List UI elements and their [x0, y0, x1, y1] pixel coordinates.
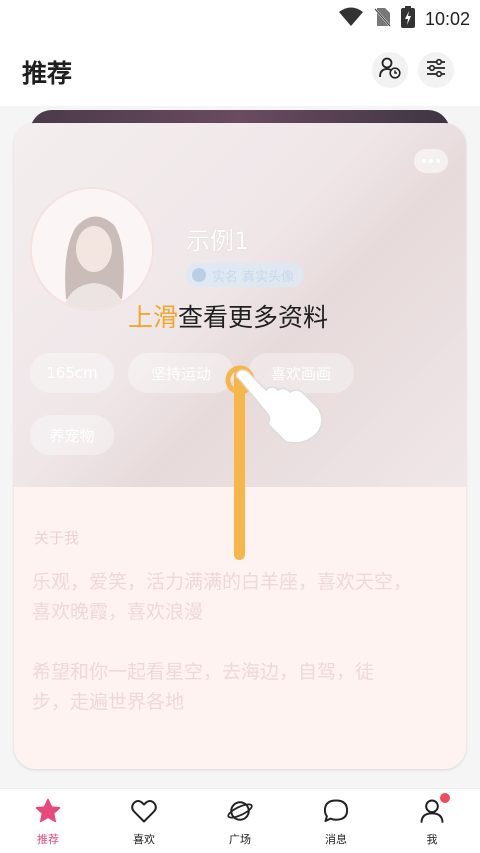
page-title: 推荐	[22, 59, 73, 88]
tab-recommend[interactable]: 推荐	[0, 789, 96, 853]
swipe-up-hint: 上滑查看更多资料	[128, 298, 328, 334]
battery-charging-icon	[400, 6, 415, 32]
verified-check-icon	[192, 268, 206, 282]
sliders-icon	[425, 58, 447, 82]
notification-badge	[440, 793, 450, 803]
star-icon	[34, 797, 62, 829]
pointing-hand-icon	[224, 362, 328, 450]
wifi-icon	[338, 7, 363, 31]
swipe-up-highlight: 上滑	[128, 303, 179, 332]
tag-chip: 165cm	[30, 353, 114, 393]
tab-likes[interactable]: 喜欢	[96, 789, 192, 853]
heart-icon	[130, 797, 158, 829]
visitor-button[interactable]	[372, 52, 408, 88]
tag-chip: 坚持运动	[128, 353, 234, 393]
more-options-button[interactable]	[414, 149, 448, 173]
swipe-up-rest: 查看更多资料	[178, 303, 329, 332]
profile-name: 示例1	[186, 227, 250, 255]
bottom-tab-bar: 推荐 喜欢 广场 消息 我	[0, 788, 480, 853]
tab-plaza[interactable]: 广场	[192, 789, 288, 853]
dot-icon	[436, 159, 440, 163]
tab-label: 推荐	[37, 833, 59, 846]
tab-label: 喜欢	[133, 833, 155, 846]
chat-bubble-icon	[322, 797, 350, 829]
wish-line: 步，走遍世界各地	[32, 691, 185, 713]
verification-label: 实名 真实头像	[212, 269, 295, 285]
planet-icon	[226, 797, 254, 829]
clock-text: 10:02	[424, 8, 470, 29]
tab-label: 广场	[229, 833, 251, 846]
avatar-portrait	[32, 189, 152, 309]
tag-chip: 养宠物	[30, 415, 114, 455]
tab-label: 消息	[325, 833, 347, 846]
about-label: 关于我	[34, 529, 80, 547]
profile-avatar[interactable]	[30, 187, 154, 311]
tab-messages[interactable]: 消息	[288, 789, 384, 853]
dot-icon	[429, 159, 433, 163]
about-line: 乐观，爱笑，活力满满的白羊座，喜欢天空，	[32, 571, 413, 593]
tab-me[interactable]: 我	[384, 789, 480, 853]
no-sim-icon	[373, 7, 391, 31]
user-clock-icon	[379, 57, 401, 83]
tab-label: 我	[426, 833, 438, 846]
wish-line: 希望和你一起看星空，去海边，自驾，徒	[32, 661, 375, 683]
filter-button[interactable]	[418, 52, 454, 88]
top-header: 推荐	[0, 34, 480, 106]
status-bar: 10:02	[0, 0, 480, 34]
dot-icon	[422, 159, 426, 163]
about-line: 喜欢晚霞，喜欢浪漫	[32, 601, 204, 623]
verification-badge: 实名 真实头像	[186, 263, 305, 287]
